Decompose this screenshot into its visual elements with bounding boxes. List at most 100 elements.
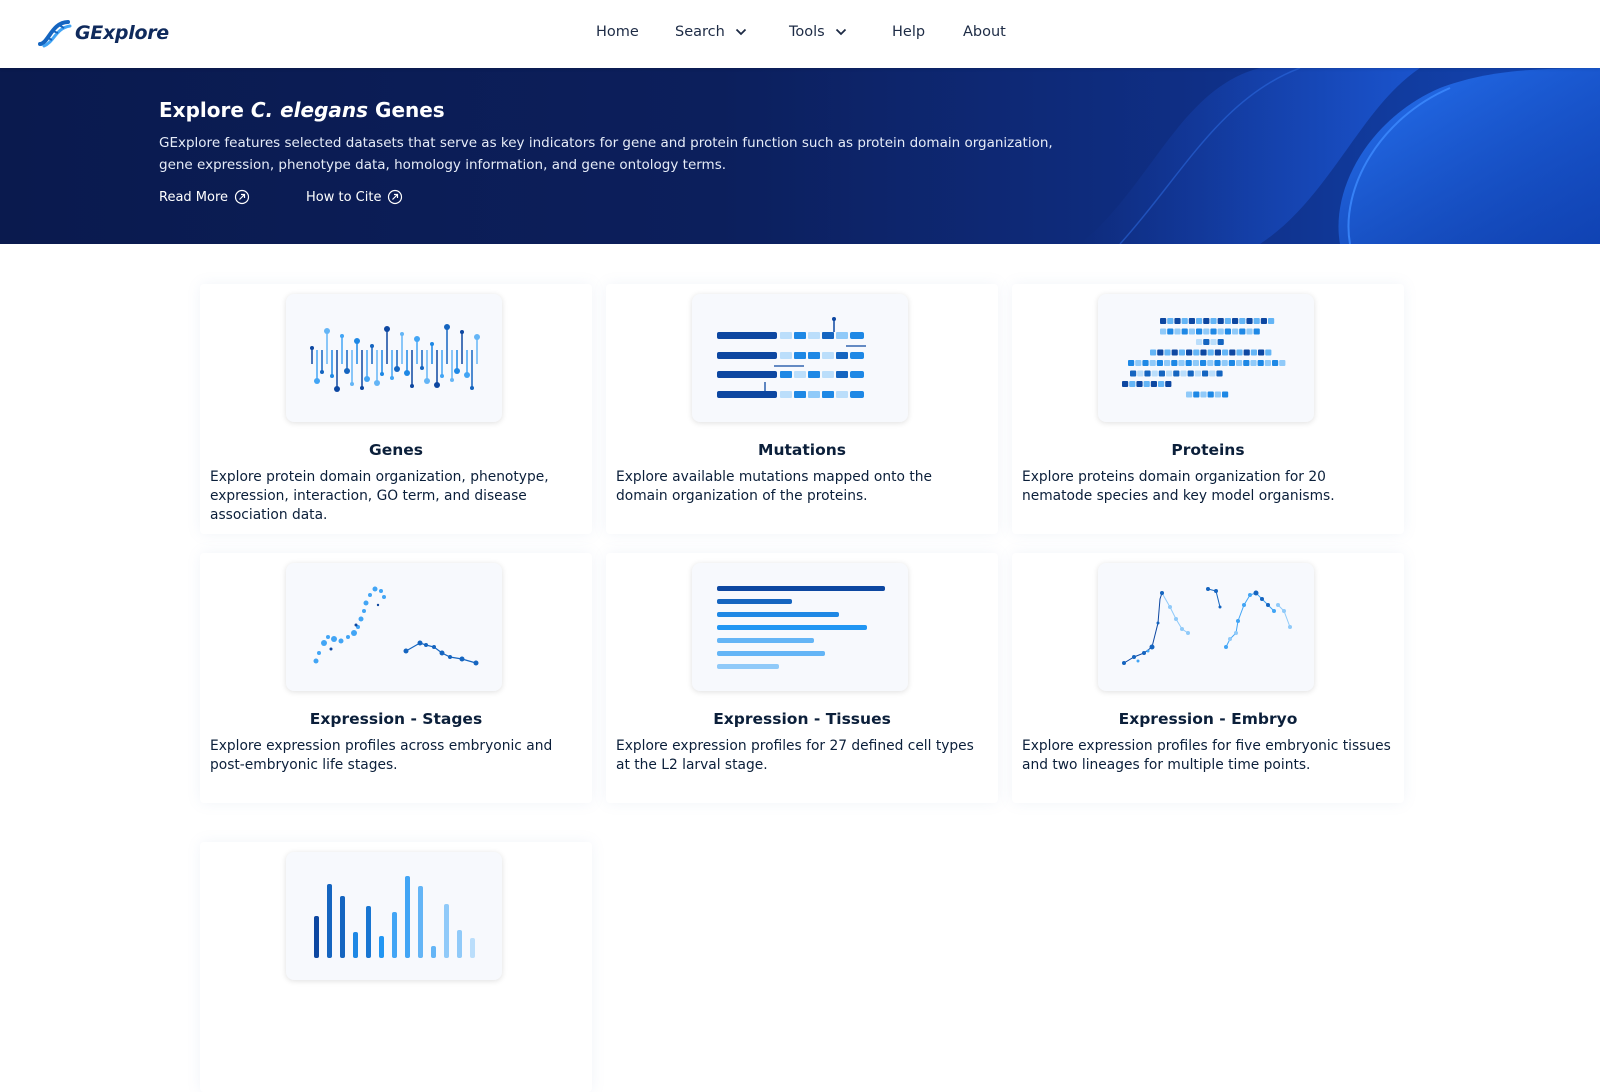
proteins-thumbnail [1098,294,1314,422]
domain-block [1200,349,1207,356]
lollipop-head [430,342,434,346]
lollipop-head [380,372,384,376]
lollipop-head [340,334,344,338]
how-to-cite-link[interactable]: How to Cite [306,189,403,205]
domain-block [1142,360,1149,366]
domain-block [1214,360,1221,366]
stages-thumbnail [286,563,502,691]
domain-block [1158,381,1165,387]
domain-block [1186,349,1193,356]
nav-about-label: About [963,24,1006,40]
domain-block [1180,370,1187,377]
domain-block [1174,328,1181,335]
read-more-label: Read More [159,189,229,205]
domain-block [1144,370,1151,377]
domain-block [1178,349,1185,356]
lollipop-head [420,366,424,370]
external-arrow-icon [388,189,403,205]
card-description: Explore protein domain organization, phe… [210,469,549,523]
domain-block [1136,381,1143,387]
card-mutations[interactable]: Mutations Explore available mutations ma… [606,284,998,534]
domain-block [1151,370,1158,377]
domain-block [1217,318,1224,324]
dna-logo-icon [38,20,72,48]
domain-block [1185,360,1192,366]
domain-block [1239,328,1246,335]
mutations-thumbnail [692,294,908,422]
card-proteins[interactable]: Proteins Explore proteins domain organiz… [1012,284,1404,534]
card-genes[interactable]: Genes Explore protein domain organizatio… [200,284,592,534]
domain-block [1279,360,1286,366]
card-expression-tissues[interactable]: Expression - Tissues Explore expression … [606,553,998,803]
tissues-thumbnail [692,563,908,691]
domain-block [1229,349,1236,356]
chevron-down-icon [835,28,846,36]
card-expression-stages[interactable]: Expression - Stages Explore expression p… [200,553,592,803]
hero-banner: Explore C. elegans Genes GExplore featur… [0,68,1600,244]
lollipop-head [400,332,404,336]
lollipop-head [404,370,410,376]
nav-home[interactable]: Home [596,24,639,40]
nav-search[interactable]: Search [675,24,747,40]
domain-block [1160,328,1167,335]
lollipop-head [370,344,374,348]
domain-block [1203,318,1210,324]
nav-help-label: Help [892,24,926,40]
domain-block [1194,370,1201,377]
lollipop-head [414,336,420,342]
nav-search-label: Search [675,24,725,40]
domain-block [1200,391,1207,398]
domain-block [1203,339,1210,345]
lollipop-head [470,386,474,390]
domain-block [1253,328,1260,335]
domain-block [1188,328,1195,335]
card-title: Expression - Embryo [1118,710,1298,728]
lollipop-head [440,374,444,378]
domain-block [1250,349,1257,356]
tissues-bar-icon [717,586,885,669]
lollipop-head [320,370,324,374]
domain-block [1187,370,1194,377]
nav-tools[interactable]: Tools [789,24,847,40]
domain-block [1207,349,1214,356]
brand-logo[interactable]: GExplore [38,18,169,48]
domain-block [1207,391,1214,398]
domain-block [1130,370,1137,377]
domain-block [1158,370,1165,377]
lollipop-head [464,372,470,378]
nav-about[interactable]: About [963,24,1006,40]
stages-scatter-icon [313,586,479,666]
domain-block [1210,339,1217,345]
domain-block [1167,318,1174,324]
domain-block [1258,349,1265,356]
read-more-link[interactable]: Read More [159,189,250,205]
lollipop-head [374,380,380,386]
domain-block [1193,349,1200,356]
domain-block [1164,360,1171,366]
card-expression-histogram[interactable] [200,842,592,1092]
domain-block [1200,360,1207,366]
domain-block [1196,318,1203,324]
nav-help[interactable]: Help [892,24,925,40]
embryo-thumbnail [1098,563,1314,691]
domain-block [1224,328,1231,335]
how-to-cite-label: How to Cite [306,189,382,205]
chevron-down-icon [735,28,746,36]
card-expression-embryo[interactable]: Expression - Embryo Explore expression p… [1012,553,1404,803]
domain-block [1243,360,1250,366]
domain-block [1217,328,1224,335]
domain-block [1209,370,1216,377]
domain-block [1239,318,1246,324]
domain-block [1160,318,1167,324]
domain-block [1178,360,1185,366]
domain-block [1196,328,1203,335]
histogram-icon [314,876,475,958]
card-description: Explore available mutations mapped onto … [616,469,932,504]
domain-block [1164,349,1171,356]
lollipop-head [460,330,464,334]
domain-block [1196,339,1203,345]
lollipop-head [314,378,320,384]
domain-block [1167,328,1174,335]
lollipop-head [330,374,334,378]
external-arrow-icon [234,189,250,205]
